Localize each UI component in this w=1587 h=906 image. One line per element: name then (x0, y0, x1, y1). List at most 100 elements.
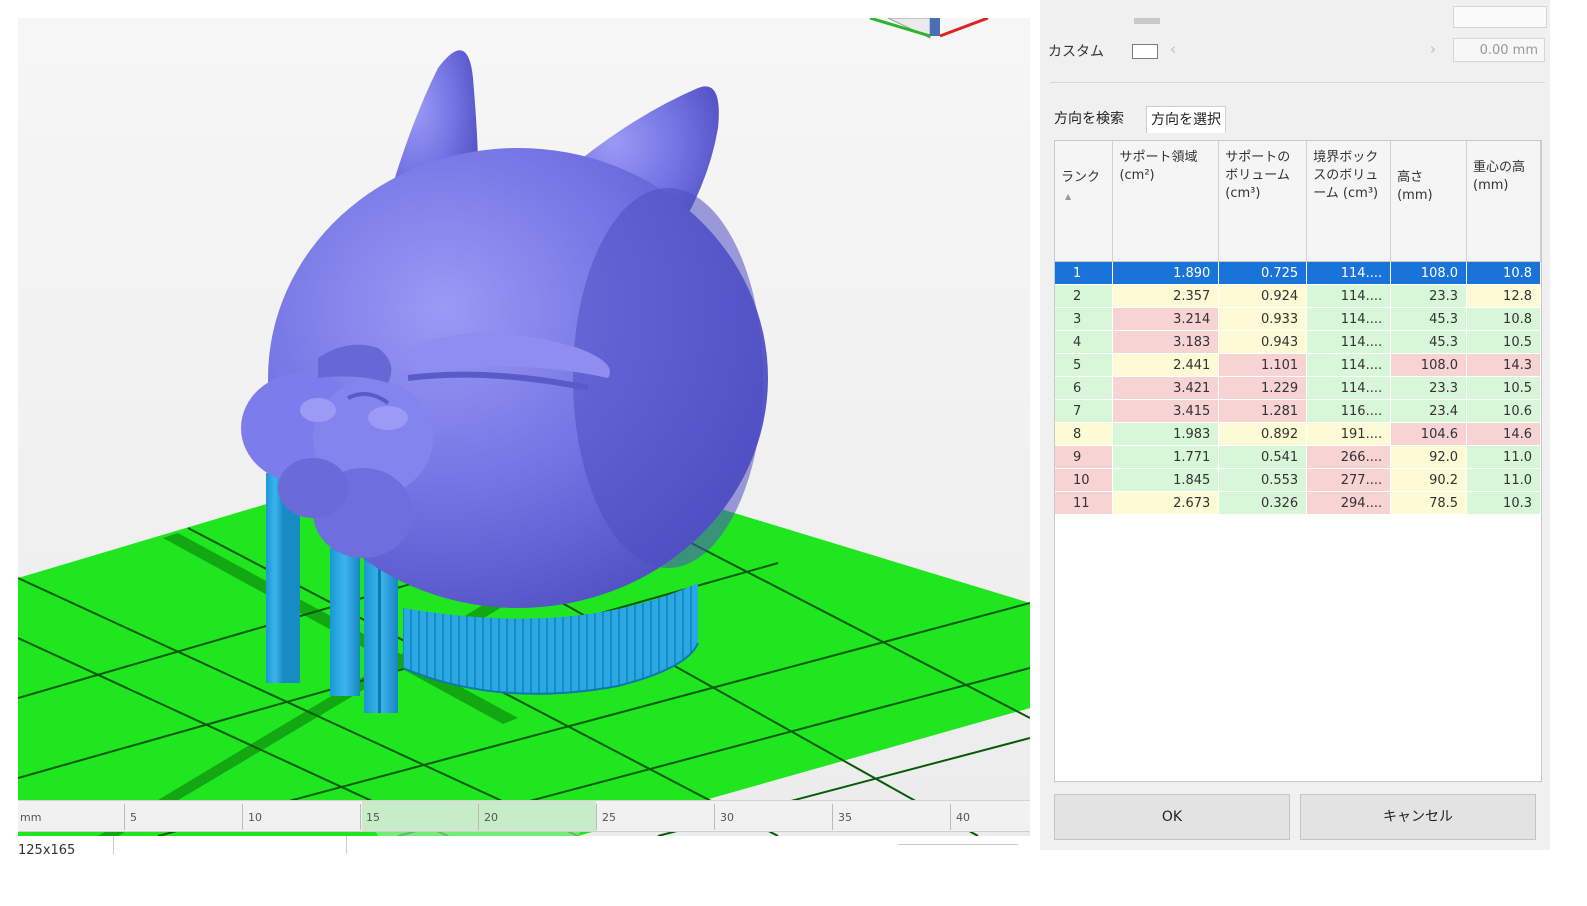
cell-cog: 10.3 (1466, 491, 1541, 515)
cell-rank: 9 (1055, 445, 1114, 469)
cell-rank: 7 (1055, 399, 1114, 423)
table-row[interactable]: 5 2.441 1.101 114.... 108.0 14.3 (1055, 353, 1541, 377)
chevron-right-icon[interactable]: › (1430, 40, 1436, 58)
table-row[interactable]: 3 3.214 0.933 114.... 45.3 10.8 (1055, 307, 1541, 331)
ruler-major-tick (832, 804, 833, 830)
cell-height: 78.5 (1390, 491, 1468, 515)
axis-gizmo[interactable] (869, 18, 989, 39)
cell-cog: 14.3 (1466, 353, 1541, 377)
cell-bbox: 266.... (1306, 445, 1392, 469)
value-field[interactable] (1453, 6, 1547, 28)
cell-bbox: 114.... (1306, 353, 1392, 377)
cell-height: 90.2 (1390, 468, 1468, 492)
column-header-support-area[interactable]: サポート領域 (cm²) (1112, 141, 1220, 262)
cell-area: 3.214 (1112, 307, 1220, 331)
column-header-rank[interactable]: ランク ▲ (1055, 141, 1114, 262)
cell-volume: 0.892 (1218, 422, 1308, 446)
cell-rank: 6 (1055, 376, 1114, 400)
cancel-button[interactable]: キャンセル (1300, 794, 1536, 840)
column-header-bbox-volume[interactable]: 境界ボックスのボリューム (cm³) (1306, 141, 1392, 262)
cell-bbox: 114.... (1306, 330, 1392, 354)
ruler-major-tick (124, 804, 125, 830)
column-header-cog-height[interactable]: 重心の高 (mm) (1466, 141, 1541, 262)
cell-height: 92.0 (1390, 445, 1468, 469)
cell-area: 1.845 (1112, 468, 1220, 492)
custom-toggle[interactable] (1132, 44, 1158, 59)
cell-bbox: 114.... (1306, 284, 1392, 308)
cell-volume: 0.541 (1218, 445, 1308, 469)
cell-cog: 10.5 (1466, 376, 1541, 400)
cell-bbox: 114.... (1306, 261, 1392, 285)
cell-cog: 14.6 (1466, 422, 1541, 446)
cat-head-model (241, 50, 768, 608)
table-row[interactable]: 9 1.771 0.541 266.... 92.0 11.0 (1055, 445, 1541, 469)
table-row[interactable]: 11 2.673 0.326 294.... 78.5 10.3 (1055, 491, 1541, 515)
table-row[interactable]: 4 3.183 0.943 114.... 45.3 10.5 (1055, 330, 1541, 354)
cell-height: 45.3 (1390, 330, 1468, 354)
ruler-major-tick (478, 804, 479, 830)
tab-select-orientation[interactable]: 方向を選択 (1146, 106, 1226, 133)
custom-value-field[interactable]: 0.00 mm (1453, 38, 1545, 62)
cell-area: 3.421 (1112, 376, 1220, 400)
ruler-major-tick (950, 804, 951, 830)
ruler-tick-label: 25 (602, 811, 616, 824)
table-row[interactable]: 1 1.890 0.725 114.... 108.0 10.8 (1055, 261, 1541, 285)
scene (18, 18, 1030, 836)
slider-thumb[interactable] (1134, 18, 1160, 24)
cell-area: 1.771 (1112, 445, 1220, 469)
cell-rank: 8 (1055, 422, 1114, 446)
ruler-tick-label: 15 (366, 811, 380, 824)
ruler-tick-label: 5 (130, 811, 137, 824)
cell-volume: 1.101 (1218, 353, 1308, 377)
ruler: mm 5 10 15 20 25 30 35 40 (18, 800, 1030, 832)
ruler-highlight (362, 801, 596, 831)
cell-cog: 10.5 (1466, 330, 1541, 354)
cell-cog: 10.6 (1466, 399, 1541, 423)
ruler-tick-label: 40 (956, 811, 970, 824)
table-row[interactable]: 6 3.421 1.229 114.... 23.3 10.5 (1055, 376, 1541, 400)
cell-cog: 11.0 (1466, 445, 1541, 469)
column-header-height[interactable]: 高さ (mm) (1390, 141, 1468, 262)
status-separator (346, 836, 347, 854)
cell-cog: 10.8 (1466, 307, 1541, 331)
cell-bbox: 191.... (1306, 422, 1392, 446)
status-field (898, 844, 1018, 855)
cell-volume: 0.924 (1218, 284, 1308, 308)
ok-button[interactable]: OK (1054, 794, 1290, 840)
cell-height: 23.3 (1390, 284, 1468, 308)
cell-area: 1.983 (1112, 422, 1220, 446)
cell-area: 1.890 (1112, 261, 1220, 285)
cell-volume: 0.943 (1218, 330, 1308, 354)
cell-height: 23.3 (1390, 376, 1468, 400)
tab-search-orientation[interactable]: 方向を検索 (1050, 106, 1128, 132)
cell-cog: 11.0 (1466, 468, 1541, 492)
cell-area: 2.357 (1112, 284, 1220, 308)
ruler-tick-label: 20 (484, 811, 498, 824)
table-row[interactable]: 7 3.415 1.281 116.... 23.4 10.6 (1055, 399, 1541, 423)
ruler-unit-label: mm (20, 811, 42, 824)
table-row[interactable]: 10 1.845 0.553 277.... 90.2 11.0 (1055, 468, 1541, 492)
chevron-left-icon[interactable]: ‹ (1170, 40, 1176, 58)
cell-bbox: 114.... (1306, 307, 1392, 331)
cell-height: 104.6 (1390, 422, 1468, 446)
cell-bbox: 116.... (1306, 399, 1392, 423)
cell-area: 3.415 (1112, 399, 1220, 423)
status-separator (113, 836, 114, 854)
column-header-label: ランク (1061, 170, 1101, 185)
cell-rank: 1 (1055, 261, 1114, 285)
ruler-tick-label: 30 (720, 811, 734, 824)
table-row[interactable]: 8 1.983 0.892 191.... 104.6 14.6 (1055, 422, 1541, 446)
table-row[interactable]: 2 2.357 0.924 114.... 23.3 12.8 (1055, 284, 1541, 308)
cell-rank: 4 (1055, 330, 1114, 354)
cell-volume: 0.933 (1218, 307, 1308, 331)
cell-volume: 0.553 (1218, 468, 1308, 492)
cell-volume: 1.229 (1218, 376, 1308, 400)
orientation-table: ランク ▲ サポート領域 (cm²) サポートのボリューム (cm³) 境界ボッ… (1054, 140, 1542, 782)
cell-rank: 2 (1055, 284, 1114, 308)
column-header-support-volume[interactable]: サポートのボリューム (cm³) (1218, 141, 1308, 262)
cell-rank: 5 (1055, 353, 1114, 377)
divider (1050, 82, 1545, 83)
cell-height: 108.0 (1390, 353, 1468, 377)
3d-viewport[interactable]: mm 5 10 15 20 25 30 35 40 (18, 18, 1030, 836)
cell-bbox: 294.... (1306, 491, 1392, 515)
